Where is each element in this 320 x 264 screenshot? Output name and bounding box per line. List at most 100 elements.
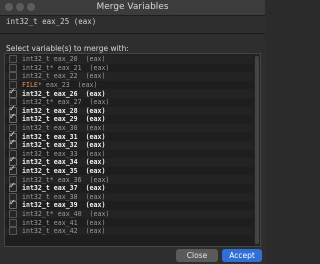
variable-type: int32_t (22, 149, 50, 158)
variable-register: (eax) (85, 115, 106, 124)
variable-type: int32_t (22, 72, 50, 81)
list-item[interactable]: int32_t eax_22 (eax) (5, 72, 253, 81)
variable-label: int32_t eax_30 (eax) (22, 124, 105, 132)
title-bar: Merge Variables (0, 0, 265, 16)
variable-label: int32_t eax_31 (eax) (22, 133, 105, 141)
variable-name: eax_27 (57, 98, 82, 107)
list-item[interactable]: int32_t eax_41 (eax) (5, 218, 253, 227)
list-item[interactable]: int32_t eax_26 (eax) (5, 87, 253, 98)
list-item[interactable]: int32_t eax_39 (eax) (5, 198, 253, 210)
list-item[interactable]: int32_t* eax_36 (eax) (5, 175, 253, 184)
variable-type: int32_t (22, 106, 50, 115)
checkbox[interactable] (9, 63, 17, 72)
variable-register: (eax) (85, 201, 106, 210)
accept-button[interactable]: Accept (222, 249, 262, 262)
checkbox[interactable] (9, 198, 17, 210)
variable-name: eax_39 (53, 201, 78, 210)
variable-register: (eax) (89, 209, 110, 218)
variable-type: int32_t (22, 89, 50, 98)
variable-name: eax_38 (53, 192, 78, 201)
list-item[interactable]: int32_t eax_33 (eax) (5, 149, 253, 159)
list-item[interactable]: int32_t* eax_40 (eax) (5, 209, 253, 219)
checkbox[interactable] (9, 164, 17, 176)
source-variable: int32_t eax_25 (eax) (6, 17, 97, 26)
variable-register: (eax) (89, 63, 110, 72)
checkbox[interactable] (9, 112, 17, 124)
list-item[interactable]: int32_t eax_34 (eax) (5, 155, 253, 167)
variable-list[interactable]: int32_t eax_20 (eax) int32_t* eax_21 (eax… (4, 53, 261, 247)
variable-name: eax_26 (53, 89, 78, 98)
close-button[interactable]: Close (176, 249, 218, 262)
scrollbar-thumb[interactable] (255, 56, 259, 244)
list-item[interactable]: int32_t eax_35 (eax) (5, 164, 253, 176)
variable-register: (eax) (85, 89, 106, 98)
variable-label: int32_t eax_41 (eax) (22, 219, 105, 227)
variable-name: eax_32 (53, 141, 78, 150)
variable-name: eax_23 (45, 81, 70, 90)
list-item[interactable]: int32_t* eax_21 (eax) (5, 63, 253, 73)
list-item[interactable]: int32_t* eax_27 (eax) (5, 98, 253, 107)
variable-label: int32_t eax_26 (eax) (22, 90, 105, 98)
variable-label: int32_t eax_39 (eax) (22, 201, 105, 209)
variable-label: int32_t eax_20 (eax) (22, 55, 105, 63)
variable-rows: int32_t eax_20 (eax) int32_t* eax_21 (eax… (5, 55, 253, 236)
list-item[interactable]: int32_t eax_29 (eax) (5, 112, 253, 124)
checkbox[interactable] (9, 181, 17, 193)
merge-variables-dialog: Merge Variables int32_t eax_25 (eax) Sel… (0, 0, 265, 264)
variable-label: int32_t* eax_40 (eax) (22, 210, 109, 218)
variable-register: (eax) (85, 106, 106, 115)
variable-type: int32_t (22, 209, 50, 218)
variable-type: int32_t (22, 115, 50, 124)
checkbox[interactable] (9, 72, 17, 81)
window-title: Merge Variables (96, 2, 169, 12)
variable-name: eax_33 (53, 149, 78, 158)
list-item[interactable]: int32_t eax_32 (eax) (5, 138, 253, 150)
variable-register: (eax) (85, 149, 106, 158)
checkbox[interactable] (9, 55, 17, 64)
variable-name: eax_36 (57, 175, 82, 184)
variable-type: int32_t (22, 158, 50, 167)
list-item[interactable]: int32_t eax_30 (eax) (5, 123, 253, 133)
variable-type: int32_t (22, 55, 50, 64)
list-item[interactable]: int32_t eax_38 (eax) (5, 192, 253, 202)
variable-type: int32_t (22, 218, 50, 227)
variable-type: int32_t (22, 175, 50, 184)
variable-type: int32_t (22, 192, 50, 201)
variable-name: eax_28 (53, 106, 78, 115)
variable-name: eax_31 (53, 132, 78, 141)
variable-label: int32_t eax_38 (eax) (22, 193, 105, 201)
variable-register: (eax) (85, 167, 106, 176)
checkbox[interactable] (9, 209, 17, 218)
list-item[interactable]: FILE* eax_23 (eax) (5, 81, 253, 90)
checkbox[interactable] (9, 218, 17, 227)
list-item[interactable]: int32_t eax_42 (eax) (5, 226, 253, 236)
list-item[interactable]: int32_t eax_20 (eax) (5, 55, 253, 64)
variable-label: int32_t eax_34 (eax) (22, 158, 105, 166)
variable-label: int32_t eax_35 (eax) (22, 167, 105, 175)
variable-label: int32_t* eax_36 (eax) (22, 176, 109, 184)
type-separator: * (49, 63, 58, 72)
variable-name: eax_34 (53, 158, 78, 167)
variable-label: int32_t eax_33 (eax) (22, 150, 105, 158)
variable-register: (eax) (85, 124, 106, 133)
variable-register: (eax) (85, 192, 106, 201)
checkbox[interactable] (9, 138, 17, 150)
checkbox[interactable] (9, 87, 17, 98)
variable-register: (eax) (85, 218, 106, 227)
list-item[interactable]: int32_t eax_31 (eax) (5, 130, 253, 141)
checkbox[interactable] (9, 227, 17, 236)
variable-label: int32_t eax_22 (eax) (22, 72, 105, 80)
variable-name: eax_41 (53, 218, 78, 227)
variable-type: int32_t (22, 167, 50, 176)
type-separator: * (37, 81, 46, 90)
list-scrollbar[interactable] (254, 54, 260, 246)
select-prompt: Select variable(s) to merge with: (6, 44, 129, 53)
variable-name: eax_37 (53, 184, 78, 193)
variable-register: (eax) (85, 227, 106, 236)
variable-name: eax_20 (53, 55, 78, 64)
variable-register: (eax) (85, 132, 106, 141)
list-item[interactable]: int32_t eax_37 (eax) (5, 181, 253, 193)
list-item[interactable]: int32_t eax_28 (eax) (5, 104, 253, 116)
variable-name: eax_30 (53, 124, 78, 133)
variable-register: (eax) (85, 72, 106, 81)
